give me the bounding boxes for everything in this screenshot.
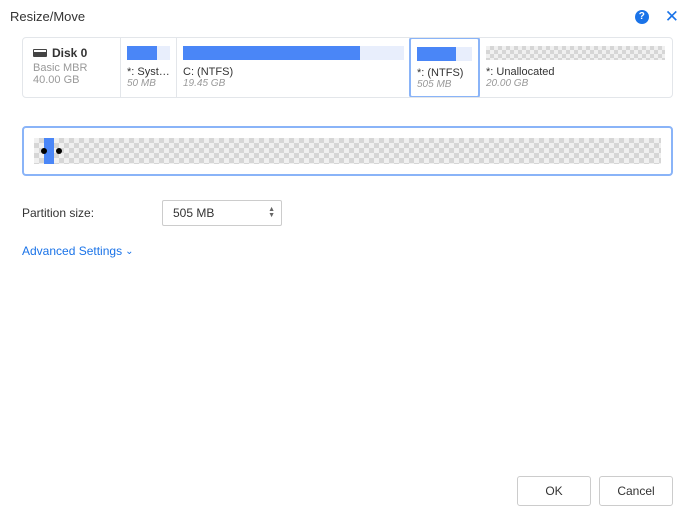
partition-size: 19.45 GB [183,78,404,89]
cancel-button[interactable]: Cancel [599,476,673,506]
chevron-down-icon: ⌄ [125,246,133,257]
close-icon[interactable]: ✕ [665,8,679,25]
partition-1[interactable]: C: (NTFS)19.45 GB [176,38,410,97]
disk-capacity: 40.00 GB [33,74,112,86]
spinner-arrows-icon[interactable]: ▲▼ [268,207,275,219]
partition-size-label: Partition size: [22,206,132,220]
partition-size: 50 MB [127,78,170,89]
partition-label: C: (NTFS) [183,66,404,78]
resize-slider[interactable] [22,126,673,176]
help-icon[interactable]: ? [635,10,649,24]
slider-handle-right[interactable] [56,148,62,154]
ok-button[interactable]: OK [517,476,591,506]
partition-bar [486,46,665,60]
advanced-settings-link[interactable]: Advanced Settings ⌄ [22,244,133,258]
partition-size: 505 MB [417,79,472,90]
disk-info: Disk 0 Basic MBR 40.00 GB [23,38,120,97]
partition-label: *: (NTFS) [417,67,472,79]
partition-bar [183,46,404,60]
partition-bar [417,47,472,61]
partition-bar [127,46,170,60]
partition-3[interactable]: *: Unallocated20.00 GB [479,38,671,97]
partition-label: *: System... [127,66,170,78]
partition-size-value: 505 MB [173,206,214,220]
partition-size: 20.00 GB [486,78,665,89]
partition-size-input[interactable]: 505 MB ▲▼ [162,200,282,226]
dialog-title: Resize/Move [10,9,85,24]
slider-handle-left[interactable] [41,148,47,154]
disk-type: Basic MBR [33,62,112,74]
partition-label: *: Unallocated [486,66,665,78]
disk-icon [33,49,47,57]
partition-2[interactable]: *: (NTFS)505 MB [409,37,480,98]
disk-map: Disk 0 Basic MBR 40.00 GB *: System...50… [22,37,673,98]
disk-name: Disk 0 [52,46,87,60]
partition-0[interactable]: *: System...50 MB [120,38,176,97]
